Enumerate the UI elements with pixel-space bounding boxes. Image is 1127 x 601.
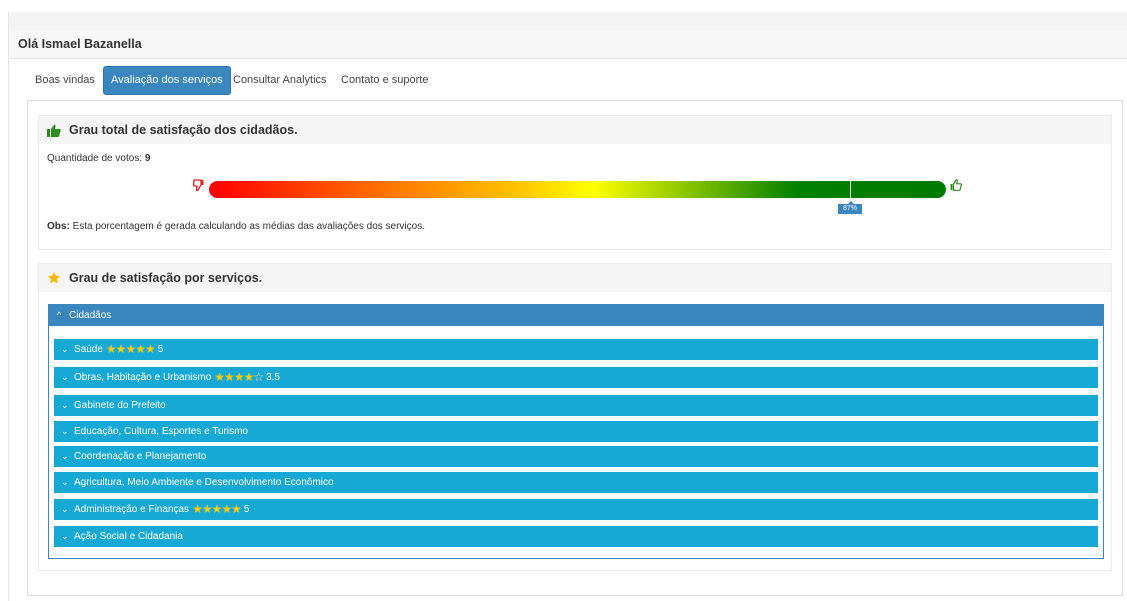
satisfaction-header: Grau total de satisfação dos cidadãos. (38, 115, 1112, 145)
chevron-down-icon: ⌄ (61, 477, 69, 487)
service-label: Ação Social e Cidadania (74, 531, 183, 542)
service-item-agricultura[interactable]: ⌄ Agricultura, Meio Ambiente e Desenvolv… (54, 472, 1098, 493)
service-item-gabinete[interactable]: ⌄ Gabinete do Prefeito (54, 395, 1098, 416)
service-label: Gabinete do Prefeito (74, 400, 166, 411)
tab-consultar-analytics[interactable]: Consultar Analytics (226, 66, 334, 94)
tab-boas-vindas[interactable]: Boas vindas (28, 66, 102, 94)
services-title: Grau de satisfação por serviços. (69, 271, 263, 285)
greeting-text: Olá Ismael Bazanella (18, 37, 142, 51)
services-header: Grau de satisfação por serviços. (38, 263, 1112, 293)
service-item-acao-social[interactable]: ⌄ Ação Social e Cidadania (54, 526, 1098, 547)
accordion-group-label: Cidadãos (69, 310, 112, 321)
chevron-down-icon: ⌄ (61, 372, 69, 382)
accordion-cidadaos: ^ Cidadãos ⌄ Saúde ★★★★★ 5 ⌄ Obras, Habita… (48, 304, 1104, 559)
chevron-down-icon: ⌄ (61, 344, 69, 354)
votes-value: 9 (144, 153, 151, 164)
votes-count: Quantidade de votos: 9 (47, 153, 151, 164)
service-item-saude[interactable]: ⌄ Saúde ★★★★★ 5 (54, 339, 1098, 360)
service-label: Administração e Finanças (74, 504, 190, 515)
tab-contato-suporte[interactable]: Contato e suporte (334, 66, 435, 94)
rating-value: 3.5 (266, 372, 280, 383)
chevron-down-icon: ⌄ (61, 426, 69, 436)
rating-value: 5 (157, 344, 164, 355)
service-label: Saúde (74, 344, 103, 355)
chevron-down-icon: ⌄ (61, 531, 69, 541)
thumbs-up-outline-icon (950, 179, 962, 191)
thumbs-up-icon (47, 124, 61, 137)
satisfaction-body: Quantidade de votos: 9 Obs: Esta porcent… (38, 144, 1112, 250)
star-icon (47, 271, 61, 284)
rating-value: 5 (243, 504, 250, 515)
chevron-down-icon: ⌄ (61, 504, 69, 514)
chevron-up-icon: ^ (57, 310, 62, 320)
top-band (9, 12, 1127, 31)
service-item-obras[interactable]: ⌄ Obras, Habitação e Urbanismo ★★★★☆ 3.5 (54, 367, 1098, 388)
service-item-administracao[interactable]: ⌄ Administração e Finanças ★★★★★ 5 (54, 499, 1098, 520)
observation-note: Obs: Esta porcentagem é gerada calculand… (47, 221, 425, 232)
service-item-educacao[interactable]: ⌄ Educação, Cultura, Esportes e Turismo (54, 421, 1098, 442)
service-label: Coordenação e Planejamento (74, 451, 207, 462)
accordion-cidadaos-header[interactable]: ^ Cidadãos (49, 305, 1103, 326)
tab-avaliacao-servicos[interactable]: Avaliação dos serviços (103, 66, 231, 95)
service-label: Obras, Habitação e Urbanismo (74, 372, 212, 383)
service-label: Educação, Cultura, Esportes e Turismo (74, 426, 248, 437)
rating-stars: ★★★★☆ (214, 370, 264, 384)
thumbs-down-icon (193, 179, 204, 191)
chevron-down-icon: ⌄ (61, 400, 69, 410)
gauge-marker (850, 175, 851, 200)
satisfaction-title: Grau total de satisfação dos cidadãos. (69, 123, 298, 137)
service-label: Agricultura, Meio Ambiente e Desenvolvim… (74, 477, 334, 488)
gauge-percent-label: 87% (838, 201, 862, 214)
top-strip (0, 0, 1127, 12)
rating-stars: ★★★★★ (105, 342, 156, 356)
satisfaction-gauge (209, 181, 946, 198)
rating-stars: ★★★★★ (192, 502, 242, 516)
greeting-bar: Olá Ismael Bazanella (9, 30, 1127, 59)
chevron-down-icon: ⌄ (61, 451, 69, 461)
service-item-coordenacao[interactable]: ⌄ Coordenação e Planejamento (54, 446, 1098, 467)
